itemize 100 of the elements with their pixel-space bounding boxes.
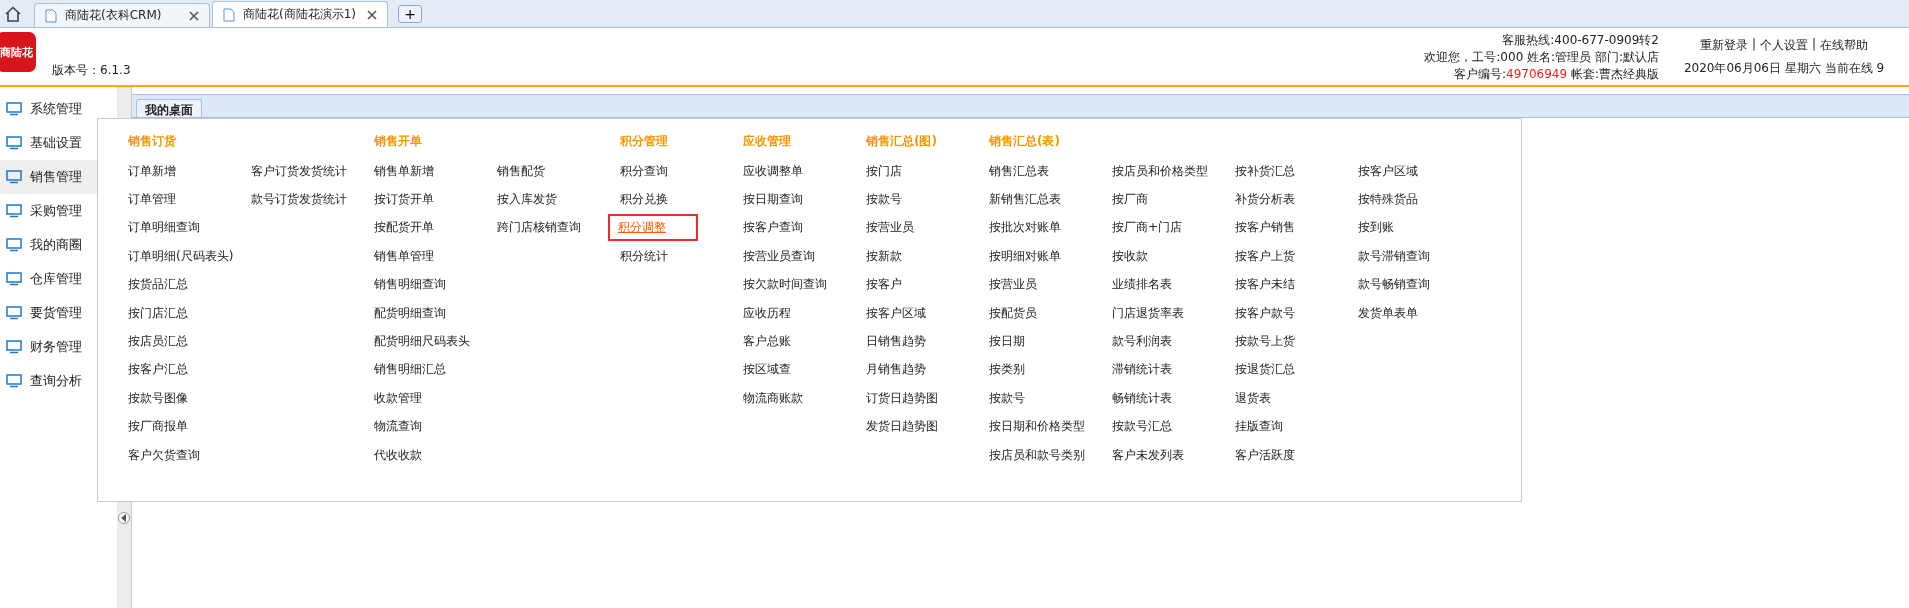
sidebar-item[interactable]: 基础设置	[0, 126, 117, 160]
sidebar-item[interactable]: 要货管理	[0, 296, 117, 330]
menu-link[interactable]: 客户欠货查询	[128, 446, 200, 464]
menu-link[interactable]: 配货明细查询	[374, 304, 446, 322]
menu-link[interactable]: 按入库发货	[497, 191, 557, 209]
menu-link[interactable]: 滞销统计表	[1112, 361, 1172, 379]
menu-link[interactable]: 收款管理	[374, 389, 422, 407]
menu-link[interactable]: 按客户未结	[1235, 276, 1295, 294]
menu-link[interactable]: 按营业员	[866, 219, 914, 237]
menu-link[interactable]: 应收历程	[743, 304, 791, 322]
menu-link[interactable]: 按客户款号	[1235, 304, 1295, 322]
menu-link[interactable]: 按客户汇总	[128, 361, 188, 379]
menu-link[interactable]: 订货日趋势图	[866, 389, 938, 407]
menu-link[interactable]: 按客户销售	[1235, 219, 1295, 237]
menu-link[interactable]: 按补货汇总	[1235, 162, 1295, 180]
menu-link[interactable]: 按门店	[866, 162, 902, 180]
menu-link[interactable]: 物流商账款	[743, 389, 803, 407]
sidebar-item[interactable]: 系统管理	[0, 92, 117, 126]
menu-link[interactable]: 门店退货率表	[1112, 304, 1184, 322]
menu-link[interactable]: 按款号	[866, 191, 902, 209]
menu-link[interactable]: 按日期	[989, 333, 1025, 351]
menu-link[interactable]: 按厂商报单	[128, 418, 188, 436]
menu-link[interactable]: 发货日趋势图	[866, 418, 938, 436]
menu-link[interactable]: 日销售趋势	[866, 333, 926, 351]
menu-link[interactable]: 客户未发列表	[1112, 446, 1184, 464]
menu-link[interactable]: 按新款	[866, 247, 902, 265]
menu-link[interactable]: 款号利润表	[1112, 333, 1172, 351]
menu-link[interactable]: 按批次对账单	[989, 219, 1061, 237]
menu-link[interactable]: 按客户区域	[866, 304, 926, 322]
menu-link[interactable]: 按到账	[1358, 219, 1394, 237]
menu-link[interactable]: 月销售趋势	[866, 361, 926, 379]
menu-link[interactable]: 积分查询	[620, 162, 668, 180]
header-link[interactable]: 个人设置	[1760, 36, 1808, 54]
menu-link[interactable]: 按客户查询	[743, 219, 803, 237]
menu-link[interactable]: 按厂商	[1112, 191, 1148, 209]
menu-link[interactable]: 按店员和款号类别	[989, 446, 1085, 464]
menu-link[interactable]: 按退货汇总	[1235, 361, 1295, 379]
menu-link[interactable]: 按订货开单	[374, 191, 434, 209]
menu-link[interactable]: 发货单表单	[1358, 304, 1418, 322]
menu-link[interactable]: 代收收款	[374, 446, 422, 464]
menu-link[interactable]: 按配货开单	[374, 219, 434, 237]
sidebar-item[interactable]: 采购管理	[0, 194, 117, 228]
sidebar-item[interactable]: 财务管理	[0, 330, 117, 364]
menu-link[interactable]: 畅销统计表	[1112, 389, 1172, 407]
menu-link[interactable]: 销售单管理	[374, 247, 434, 265]
menu-link[interactable]: 款号畅销查询	[1358, 276, 1430, 294]
menu-link[interactable]: 按配货员	[989, 304, 1037, 322]
menu-link[interactable]: 按店员汇总	[128, 333, 188, 351]
menu-link[interactable]: 按款号图像	[128, 389, 188, 407]
menu-link[interactable]: 按欠款时间查询	[743, 276, 827, 294]
menu-link[interactable]: 销售单新增	[374, 162, 434, 180]
menu-link[interactable]: 订单管理	[128, 191, 176, 209]
menu-link[interactable]: 挂版查询	[1235, 418, 1283, 436]
menu-link[interactable]: 订单新增	[128, 162, 176, 180]
collapse-button[interactable]	[118, 512, 130, 524]
sidebar-item[interactable]: 仓库管理	[0, 262, 117, 296]
menu-link[interactable]: 销售明细查询	[374, 276, 446, 294]
menu-link[interactable]: 订单明细(尺码表头)	[128, 247, 234, 265]
menu-link[interactable]: 按日期查询	[743, 191, 803, 209]
browser-tab[interactable]: 商陆花(商陆花演示1)	[212, 1, 388, 27]
browser-tab[interactable]: 商陆花(衣科CRM)	[34, 3, 210, 27]
content-tab[interactable]: 我的桌面	[136, 99, 202, 117]
menu-link[interactable]: 物流查询	[374, 418, 422, 436]
menu-link[interactable]: 跨门店核销查询	[497, 219, 581, 237]
menu-link[interactable]: 按类别	[989, 361, 1025, 379]
menu-link[interactable]: 按店员和价格类型	[1112, 162, 1208, 180]
menu-link[interactable]: 按客户上货	[1235, 247, 1295, 265]
menu-link[interactable]: 按货品汇总	[128, 276, 188, 294]
menu-link[interactable]: 积分统计	[620, 247, 668, 265]
header-link[interactable]: 在线帮助	[1820, 36, 1869, 54]
close-icon[interactable]	[367, 9, 377, 20]
menu-link[interactable]: 补货分析表	[1235, 191, 1295, 209]
menu-link[interactable]: 客户订货发货统计	[251, 162, 347, 180]
menu-link[interactable]: 按厂商+门店	[1112, 219, 1183, 237]
menu-link[interactable]: 按营业员	[989, 276, 1037, 294]
menu-link[interactable]: 销售配货	[497, 162, 545, 180]
menu-link[interactable]: 按明细对账单	[989, 247, 1061, 265]
menu-link[interactable]: 按客户区域	[1358, 162, 1418, 180]
menu-link[interactable]: 按款号汇总	[1112, 418, 1172, 436]
header-link[interactable]: 重新登录	[1699, 36, 1748, 54]
new-tab-button[interactable]: +	[398, 4, 422, 23]
menu-link[interactable]: 配货明细尺码表头	[374, 333, 470, 351]
menu-link[interactable]: 订单明细查询	[128, 219, 200, 237]
menu-link[interactable]: 新销售汇总表	[989, 191, 1061, 209]
menu-link[interactable]: 按客户	[866, 276, 902, 294]
menu-link[interactable]: 应收调整单	[743, 162, 803, 180]
menu-link[interactable]: 积分兑换	[620, 191, 668, 209]
sidebar-item[interactable]: 查询分析	[0, 364, 117, 398]
close-icon[interactable]	[189, 10, 199, 21]
menu-link[interactable]: 按收款	[1112, 247, 1148, 265]
menu-link[interactable]: 业绩排名表	[1112, 276, 1172, 294]
menu-link[interactable]: 销售明细汇总	[374, 361, 446, 379]
home-icon[interactable]	[4, 5, 22, 22]
menu-link[interactable]: 退货表	[1235, 389, 1271, 407]
menu-link[interactable]: 客户活跃度	[1235, 446, 1295, 464]
menu-link[interactable]: 按款号	[989, 389, 1025, 407]
menu-link[interactable]: 客户总账	[743, 333, 791, 351]
menu-link[interactable]: 按门店汇总	[128, 304, 188, 322]
menu-link[interactable]: 按日期和价格类型	[989, 418, 1085, 436]
menu-link[interactable]: 按区域查	[743, 361, 791, 379]
